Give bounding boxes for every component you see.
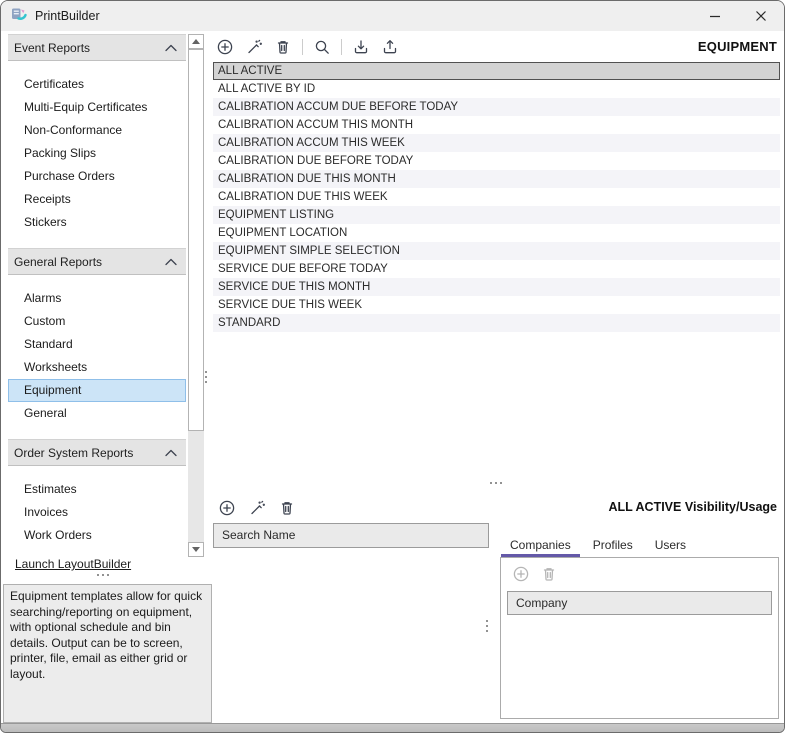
edit-search-wand-button[interactable] [247,498,267,518]
sidebar-item[interactable]: Custom [8,310,186,333]
visibility-usage-title: ALL ACTIVE Visibility/Usage [608,500,777,514]
sidebar-item[interactable]: General [8,402,186,425]
section-header-order-system-reports[interactable]: Order System Reports [8,439,186,466]
template-toolbar [215,34,400,60]
app-logo-icon [11,6,27,27]
sidebar-item[interactable]: Receipts [8,188,186,211]
chevron-up-icon [165,41,177,55]
bottom-panels-splitter-grip[interactable] [486,620,488,632]
delete-search-button[interactable] [277,498,297,518]
section-label: Order System Reports [14,446,133,460]
template-description: Equipment templates allow for quick sear… [3,584,212,723]
template-row[interactable]: STANDARD [213,314,780,332]
toolbar-separator [341,39,342,55]
template-row[interactable]: CALIBRATION ACCUM THIS MONTH [213,116,780,134]
section-label: General Reports [14,255,102,269]
usage-tabs: CompaniesProfilesUsers [501,535,695,557]
template-row[interactable]: EQUIPMENT LISTING [213,206,780,224]
report-sidebar: Event Reports CertificatesMulti-Equip Ce… [8,34,186,561]
scroll-up-button[interactable] [188,34,204,49]
add-search-button[interactable] [217,498,237,518]
sidebar-bottom-splitter-grip[interactable] [97,574,109,576]
launch-layoutbuilder-link[interactable]: Launch LayoutBuilder [15,557,131,571]
window-bottom-edge [1,723,784,732]
template-row[interactable]: CALIBRATION ACCUM DUE BEFORE TODAY [213,98,780,116]
template-row[interactable]: CALIBRATION DUE THIS MONTH [213,170,780,188]
scroll-down-button[interactable] [188,542,204,557]
template-row[interactable]: ALL ACTIVE BY ID [213,80,780,98]
section-items-general-reports: AlarmsCustomStandardWorksheetsEquipmentG… [8,287,186,425]
sidebar-item[interactable]: Certificates [8,73,186,96]
section-items-event-reports: CertificatesMulti-Equip CertificatesNon-… [8,73,186,234]
category-title: EQUIPMENT [698,39,777,54]
usage-tab[interactable]: Companies [501,535,580,557]
section-label: Event Reports [14,41,90,55]
template-row[interactable]: CALIBRATION ACCUM THIS WEEK [213,134,780,152]
usage-tab[interactable]: Profiles [584,535,642,557]
add-template-button[interactable] [215,37,235,57]
triangle-up-icon [192,39,200,44]
toolbar-separator [302,39,303,55]
delete-template-button[interactable] [273,37,293,57]
sidebar-item[interactable]: Standard [8,333,186,356]
close-button[interactable] [738,1,784,31]
template-row[interactable]: EQUIPMENT SIMPLE SELECTION [213,242,780,260]
sidebar-item[interactable]: Multi-Equip Certificates [8,96,186,119]
triangle-down-icon [192,547,200,552]
app-window: PrintBuilder Event Reports CertificatesM… [0,0,785,733]
sidebar-item[interactable]: Non-Conformance [8,119,186,142]
sidebar-scrollbar[interactable] [188,34,204,557]
sidebar-item[interactable]: Equipment [8,379,186,402]
scrollbar-thumb[interactable] [188,49,204,431]
section-header-event-reports[interactable]: Event Reports [8,34,186,61]
export-template-button[interactable] [380,37,400,57]
sidebar-item[interactable]: Packing Slips [8,142,186,165]
sidebar-item[interactable]: Work Orders [8,524,186,547]
usage-panel: Company [500,557,779,719]
template-row[interactable]: SERVICE DUE BEFORE TODAY [213,260,780,278]
window-title: PrintBuilder [35,9,100,23]
title-bar: PrintBuilder [1,1,784,31]
chevron-up-icon [165,446,177,460]
sidebar-item[interactable]: Worksheets [8,356,186,379]
usage-tab[interactable]: Users [646,535,695,557]
template-list: ALL ACTIVEALL ACTIVE BY IDCALIBRATION AC… [213,62,780,332]
template-row[interactable]: SERVICE DUE THIS WEEK [213,296,780,314]
usage-toolbar [501,558,778,589]
add-company-button[interactable] [511,564,531,584]
sidebar-item[interactable]: Stickers [8,211,186,234]
edit-wand-button[interactable] [244,37,264,57]
sidebar-splitter-grip[interactable] [205,371,207,383]
template-row[interactable]: EQUIPMENT LOCATION [213,224,780,242]
chevron-up-icon [165,255,177,269]
delete-company-button[interactable] [539,564,559,584]
sidebar-item[interactable]: Invoices [8,501,186,524]
template-row[interactable]: ALL ACTIVE [213,62,780,80]
sidebar-item[interactable]: Estimates [8,478,186,501]
section-items-order-system-reports: EstimatesInvoicesWork Orders [8,478,186,547]
sidebar-item[interactable]: Alarms [8,287,186,310]
sidebar-item[interactable]: Purchase Orders [8,165,186,188]
minimize-button[interactable] [692,1,738,31]
search-name-column-header[interactable]: Search Name [213,523,489,548]
search-template-button[interactable] [312,37,332,57]
search-toolbar [217,496,297,520]
template-row[interactable]: SERVICE DUE THIS MONTH [213,278,780,296]
company-column-header[interactable]: Company [507,591,772,615]
template-row[interactable]: CALIBRATION DUE BEFORE TODAY [213,152,780,170]
import-template-button[interactable] [351,37,371,57]
section-header-general-reports[interactable]: General Reports [8,248,186,275]
main-horizontal-splitter-grip[interactable] [490,482,502,484]
template-row[interactable]: CALIBRATION DUE THIS WEEK [213,188,780,206]
